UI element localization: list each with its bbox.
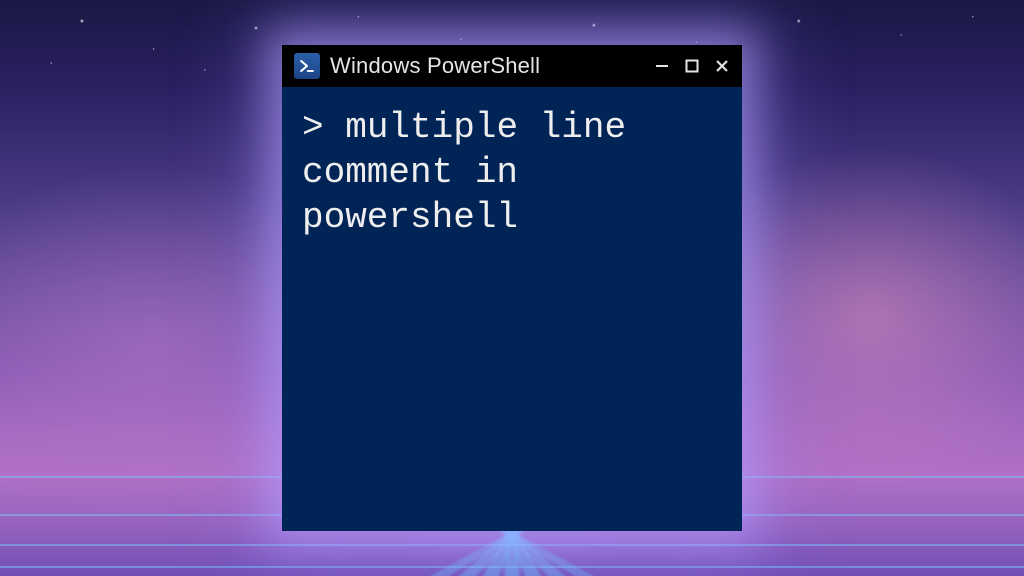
vaporwave-background: Windows PowerShell > multiple line comme…	[0, 0, 1024, 576]
terminal-content[interactable]: > multiple line comment in powershell	[282, 87, 742, 531]
window-controls	[652, 56, 732, 76]
powershell-window: Windows PowerShell > multiple line comme…	[282, 45, 742, 531]
powershell-icon	[294, 53, 320, 79]
minimize-button[interactable]	[652, 56, 672, 76]
window-title: Windows PowerShell	[330, 53, 642, 79]
close-button[interactable]	[712, 56, 732, 76]
terminal-command-text: multiple line comment in powershell	[302, 107, 648, 238]
prompt-symbol: >	[302, 107, 324, 148]
maximize-button[interactable]	[682, 56, 702, 76]
titlebar[interactable]: Windows PowerShell	[282, 45, 742, 87]
